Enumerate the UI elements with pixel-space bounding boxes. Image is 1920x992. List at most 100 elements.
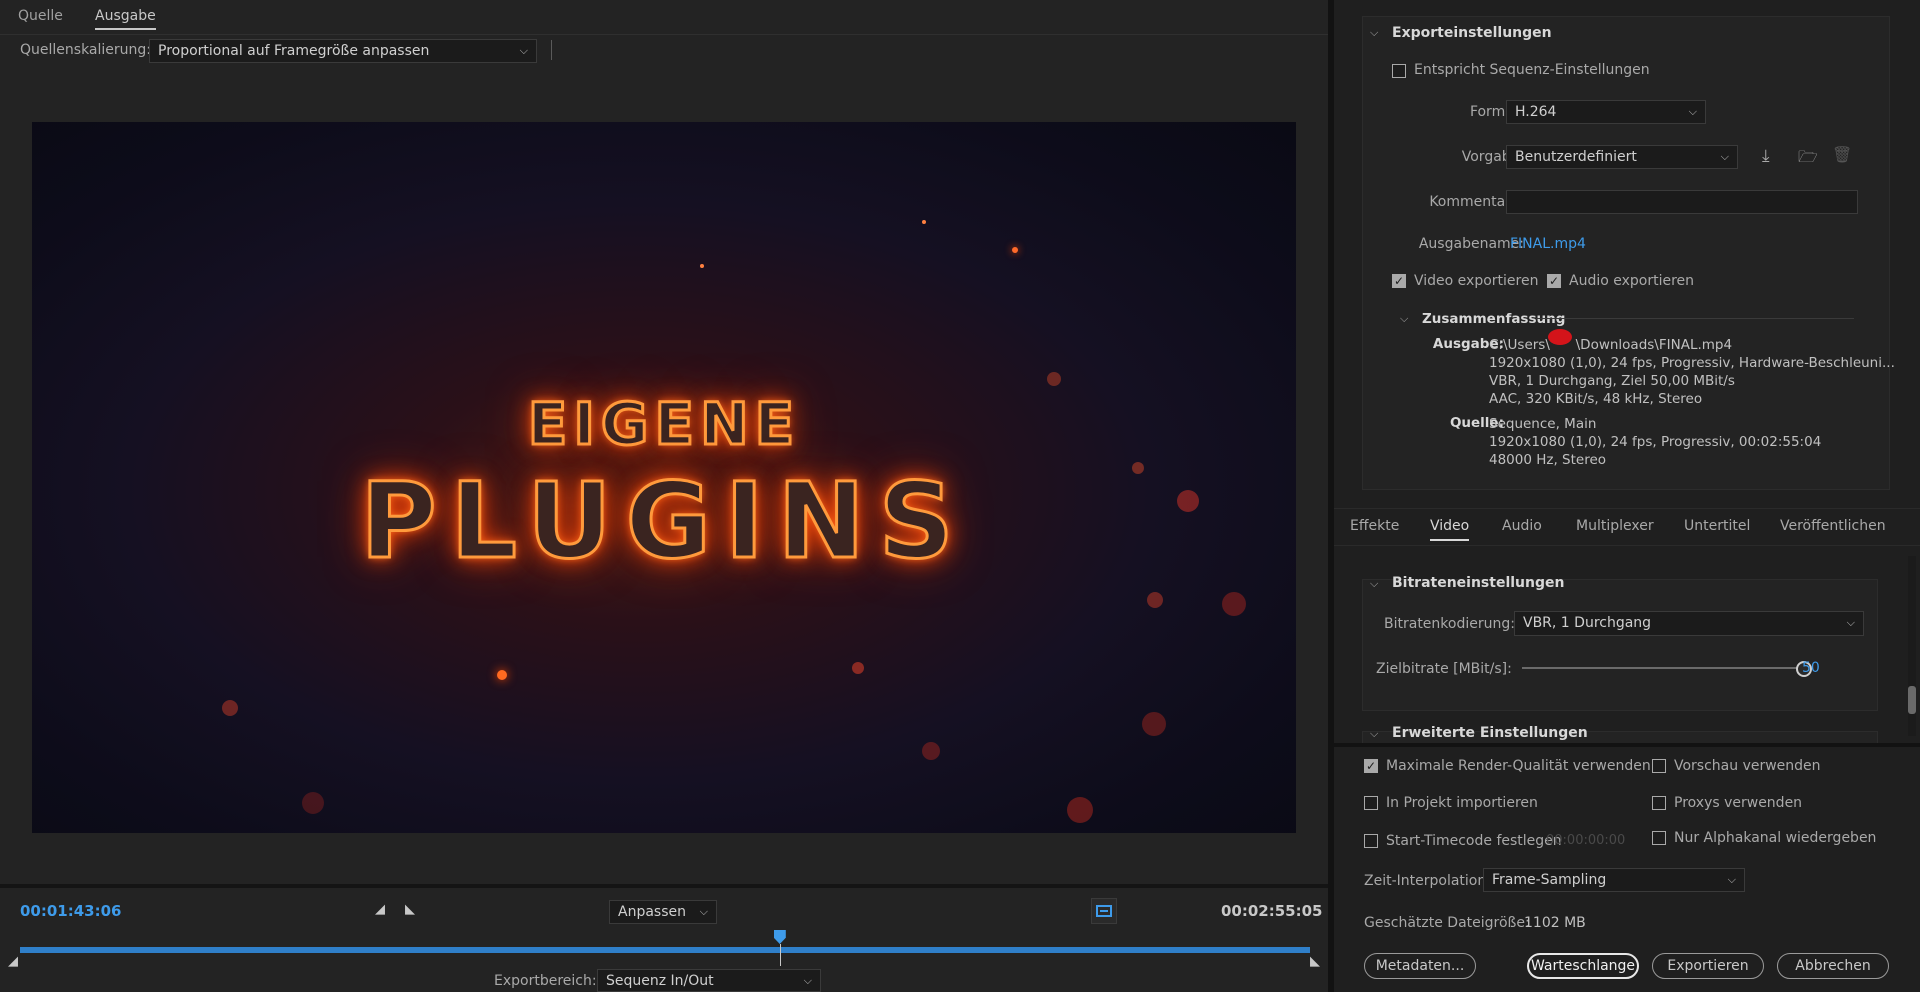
source-scaling-label: Quellenskalierung: — [20, 42, 152, 58]
settings-scrollbar[interactable] — [1908, 556, 1916, 736]
chevron-down-icon: ⌵ — [519, 44, 528, 57]
start-timecode-input[interactable]: 00:00:00:00 — [1546, 833, 1625, 848]
options-divider — [1334, 743, 1920, 747]
summary-output-lines: C:\Users\ \Downloads\FINAL.mp4 1920x1080… — [1489, 337, 1895, 407]
toolbar-separator — [551, 40, 552, 60]
bokeh-particle — [922, 742, 940, 760]
time-interpolation-dropdown[interactable]: Frame-Sampling ⌵ — [1483, 868, 1745, 892]
tabs-top-divider — [1334, 508, 1920, 509]
format-label: Format: — [1469, 104, 1524, 120]
output-name-label: Ausgabename: — [1418, 236, 1524, 252]
tab-multiplexer[interactable]: Multiplexer — [1576, 518, 1654, 534]
use-preview-label: Vorschau verwenden — [1674, 758, 1821, 774]
export-video-checkbox[interactable]: ✓ — [1392, 274, 1406, 288]
chevron-down-icon: ⌵ — [1720, 150, 1729, 163]
chevron-down-icon: ⌵ — [1688, 105, 1697, 118]
preview-title-line2: PLUGINS — [359, 459, 968, 584]
in-point-marker[interactable]: ◢ — [8, 954, 18, 969]
export-audio-checkbox[interactable]: ✓ — [1547, 274, 1561, 288]
bokeh-particle — [1222, 592, 1246, 616]
export-button[interactable]: Exportieren — [1652, 953, 1764, 979]
queue-button[interactable]: Warteschlange — [1527, 953, 1639, 979]
bitrate-encoding-label: Bitratenkodierung: — [1384, 616, 1515, 632]
out-point-marker[interactable]: ◣ — [1310, 954, 1320, 969]
comments-label: Kommentare: — [1429, 194, 1524, 210]
filesize-value: 1102 MB — [1524, 915, 1586, 931]
bokeh-particle — [852, 662, 864, 674]
use-proxies-checkbox[interactable] — [1652, 796, 1666, 810]
target-bitrate-label: Zielbitrate [MBit/s]: — [1376, 661, 1512, 677]
chevron-down-icon: ⌵ — [1846, 616, 1855, 629]
comments-input[interactable] — [1506, 190, 1858, 214]
max-render-checkbox[interactable]: ✓ — [1364, 759, 1378, 773]
bokeh-particle — [302, 792, 324, 814]
collapse-chevron-icon[interactable]: ⌵ — [1370, 727, 1378, 741]
start-timecode-checkbox[interactable] — [1364, 834, 1378, 848]
bitrate-encoding-value: VBR, 1 Durchgang — [1523, 615, 1652, 631]
tab-video[interactable]: Video — [1430, 518, 1470, 541]
bokeh-particle — [1147, 592, 1163, 608]
match-sequence-label: Entspricht Sequenz-Einstellungen — [1414, 62, 1650, 78]
aspect-correction-button[interactable] — [1091, 898, 1117, 924]
bitrate-encoding-dropdown[interactable]: VBR, 1 Durchgang ⌵ — [1514, 611, 1864, 636]
current-timecode[interactable]: 00:01:43:06 — [20, 902, 122, 920]
target-bitrate-slider[interactable] — [1522, 667, 1804, 669]
tab-audio[interactable]: Audio — [1502, 518, 1542, 534]
source-scaling-dropdown[interactable]: Proportional auf Framegröße anpassen ⌵ — [149, 39, 537, 63]
output-name-link[interactable]: FINAL.mp4 — [1510, 236, 1586, 252]
panel-divider — [0, 884, 1328, 888]
tabs-bottom-divider — [1334, 545, 1920, 546]
summary-divider — [1536, 318, 1854, 319]
scrollbar-thumb[interactable] — [1908, 686, 1916, 714]
alpha-only-checkbox[interactable] — [1652, 831, 1666, 845]
preset-label: Vorgabe: — [1461, 149, 1524, 165]
collapse-chevron-icon[interactable]: ⌵ — [1370, 577, 1378, 591]
import-preset-icon[interactable]: 🗁 — [1798, 146, 1818, 173]
duration-timecode: 00:02:55:05 — [1221, 902, 1323, 920]
tab-subtitles[interactable]: Untertitel — [1684, 518, 1750, 534]
zoom-dropdown[interactable]: Anpassen ⌵ — [609, 900, 717, 924]
use-preview-checkbox[interactable] — [1652, 759, 1666, 773]
tab-source[interactable]: Quelle — [18, 8, 63, 24]
match-sequence-checkbox[interactable] — [1392, 64, 1406, 78]
target-bitrate-value[interactable]: 50 — [1802, 660, 1820, 676]
export-range-label: Exportbereich: — [494, 973, 597, 989]
export-range-dropdown[interactable]: Sequenz In/Out ⌵ — [597, 969, 821, 992]
ember-particle — [700, 264, 704, 268]
set-in-point-icon[interactable]: ◢ — [375, 902, 385, 917]
preset-dropdown[interactable]: Benutzerdefiniert ⌵ — [1506, 145, 1738, 169]
summary-output-label: Ausgabe: — [1432, 336, 1504, 352]
fit-frame-icon — [1096, 905, 1112, 917]
playhead[interactable] — [773, 930, 788, 966]
bitrate-title: Bitrateneinstellungen — [1392, 575, 1565, 591]
tab-effects[interactable]: Effekte — [1350, 518, 1399, 534]
time-interpolation-value: Frame-Sampling — [1492, 872, 1607, 888]
export-settings-panel: ⌵ Exporteinstellungen Entspricht Sequenz… — [1334, 0, 1920, 992]
set-out-point-icon[interactable]: ◣ — [405, 902, 415, 917]
tab-output[interactable]: Ausgabe — [95, 8, 156, 30]
collapse-chevron-icon[interactable]: ⌵ — [1370, 26, 1378, 40]
bokeh-particle — [1067, 797, 1093, 823]
import-project-label: In Projekt importieren — [1386, 795, 1538, 811]
preview-title-line1: EIGENE — [526, 389, 801, 460]
summary-title: Zusammenfassung — [1422, 311, 1566, 327]
export-preview-panel: Quelle Ausgabe Quellenskalierung: Propor… — [0, 0, 1328, 992]
summary-source-lines: Sequence, Main 1920x1080 (1,0), 24 fps, … — [1489, 416, 1822, 468]
timeline-scrubber[interactable] — [20, 947, 1310, 953]
alpha-only-label: Nur Alphakanal wiedergeben — [1674, 830, 1877, 846]
source-scaling-value: Proportional auf Framegröße anpassen — [158, 43, 430, 59]
delete-preset-icon[interactable]: 🗑 — [1832, 145, 1852, 164]
format-dropdown[interactable]: H.264 ⌵ — [1506, 100, 1706, 124]
export-video-label: Video exportieren — [1414, 273, 1539, 289]
metadata-button[interactable]: Metadaten... — [1364, 953, 1476, 979]
start-timecode-label: Start-Timecode festlegen — [1386, 833, 1562, 849]
summary-collapse-chevron-icon[interactable]: ⌵ — [1400, 312, 1408, 326]
redaction-mark — [1548, 329, 1572, 345]
time-interpolation-label: Zeit-Interpolation: — [1364, 873, 1491, 889]
import-project-checkbox[interactable] — [1364, 796, 1378, 810]
save-preset-icon[interactable]: ⤓ — [1762, 146, 1770, 166]
bokeh-particle — [1142, 712, 1166, 736]
cancel-button[interactable]: Abbrechen — [1777, 953, 1889, 979]
ember-particle — [1012, 247, 1018, 253]
tab-publish[interactable]: Veröffentlichen — [1780, 518, 1886, 534]
